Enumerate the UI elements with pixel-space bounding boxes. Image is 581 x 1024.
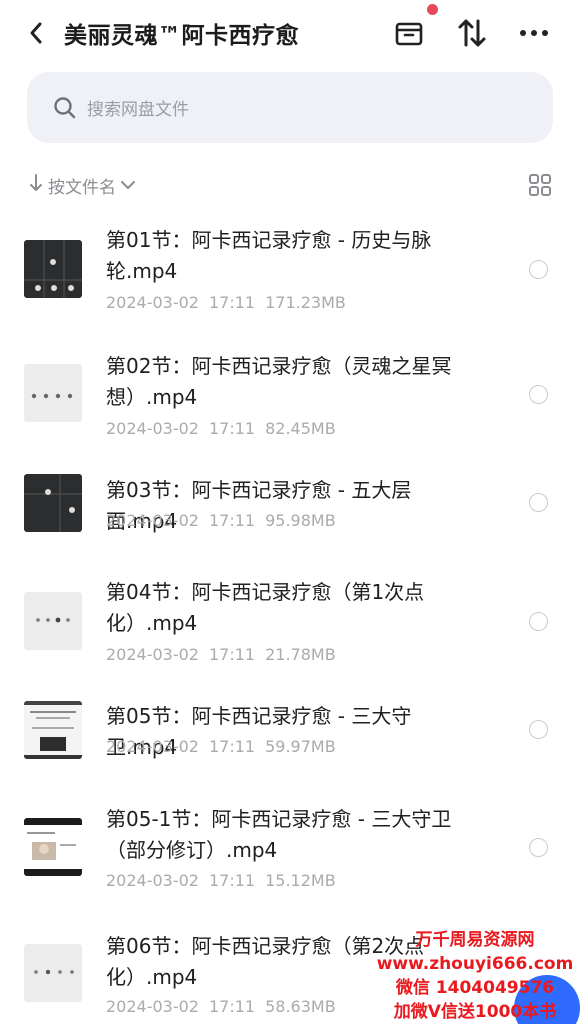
file-date: 2024-03-02 <box>106 997 199 1016</box>
watermark-line: 微信 1404049576 <box>395 978 555 998</box>
video-thumbnail <box>24 701 82 759</box>
list-item[interactable]: 第05-1节：阿卡西记录疗愈 - 三大守卫（部分修订）.mp4 2024-03-… <box>0 802 581 922</box>
file-time: 17:11 <box>208 871 256 890</box>
select-radio[interactable] <box>529 385 548 404</box>
file-meta: 2024-03-02 17:11 21.78MB <box>106 645 346 664</box>
sort-label: 按文件名 <box>48 177 116 198</box>
file-date: 2024-03-02 <box>106 871 199 890</box>
file-date: 2024-03-02 <box>106 419 199 438</box>
watermark: 万千周易资源网 www.zhouyi666.com 微信 1404049576 … <box>375 928 575 1024</box>
file-date: 2024-03-02 <box>106 293 199 312</box>
more-horizontal-icon[interactable] <box>517 16 551 50</box>
list-item[interactable]: 第05节：阿卡西记录疗愈 - 三大守卫.mp4 2024-03-02 17:11 5… <box>0 700 581 790</box>
file-size: 15.12MB <box>265 871 336 890</box>
select-radio[interactable] <box>529 720 548 739</box>
page-title: 美丽灵魂™阿卡西疗愈 <box>64 23 299 49</box>
file-meta: 2024-03-02 17:11 95.98MB <box>106 511 346 530</box>
search-placeholder: 搜索网盘文件 <box>87 100 189 120</box>
file-date: 2024-03-02 <box>106 511 199 530</box>
file-time: 17:11 <box>208 737 256 756</box>
file-time: 17:11 <box>208 645 256 664</box>
top-bar: 美丽灵魂™阿卡西疗愈 <box>0 0 581 66</box>
file-meta: 2024-03-02 17:11 171.23MB <box>106 293 356 312</box>
file-time: 17:11 <box>208 997 256 1016</box>
search-icon <box>53 96 77 120</box>
search-input[interactable]: 搜索网盘文件 <box>27 72 553 143</box>
file-meta: 2024-03-02 17:11 58.63MB <box>106 997 346 1016</box>
chevron-left-icon[interactable] <box>22 18 50 48</box>
file-name: 第01节：阿卡西记录疗愈 - 历史与脉轮.mp4 <box>106 228 432 283</box>
file-name: 第04节：阿卡西记录疗愈（第1次点化）.mp4 <box>106 580 425 635</box>
list-item[interactable]: 第02节：阿卡西记录疗愈（灵魂之星冥想）.mp4 2024-03-02 17:11… <box>0 348 581 468</box>
watermark-line: 万千周易资源网 <box>415 930 535 950</box>
file-name: 第05-1节：阿卡西记录疗愈 - 三大守卫（部分修订）.mp4 <box>106 807 452 862</box>
file-size: 59.97MB <box>265 737 336 756</box>
file-size: 21.78MB <box>265 645 336 664</box>
list-item[interactable]: 第01节：阿卡西记录疗愈 - 历史与脉轮.mp4 2024-03-02 17:11… <box>0 222 581 342</box>
video-thumbnail <box>24 474 82 532</box>
video-thumbnail <box>24 364 82 422</box>
file-meta: 2024-03-02 17:11 82.45MB <box>106 419 346 438</box>
notification-dot <box>427 4 438 15</box>
file-name: 第02节：阿卡西记录疗愈（灵魂之星冥想）.mp4 <box>106 354 452 409</box>
sort-arrows-icon[interactable] <box>455 16 489 50</box>
list-item[interactable]: 第04节：阿卡西记录疗愈（第1次点化）.mp4 2024-03-02 17:11 2… <box>0 574 581 694</box>
file-meta: 2024-03-02 17:11 59.97MB <box>106 737 346 756</box>
select-radio[interactable] <box>529 493 548 512</box>
video-thumbnail <box>24 592 82 650</box>
sort-selector[interactable]: 按文件名 <box>28 170 136 200</box>
arrow-down-icon <box>28 173 44 197</box>
file-meta: 2024-03-02 17:11 15.12MB <box>106 871 346 890</box>
archive-box-icon[interactable] <box>392 16 426 50</box>
video-thumbnail <box>24 818 82 876</box>
watermark-line: www.zhouyi666.com <box>376 954 574 974</box>
file-size: 58.63MB <box>265 997 336 1016</box>
select-radio[interactable] <box>529 612 548 631</box>
file-time: 17:11 <box>208 511 256 530</box>
select-radio[interactable] <box>529 260 548 279</box>
select-radio[interactable] <box>529 838 548 857</box>
file-time: 17:11 <box>208 293 256 312</box>
chevron-down-icon <box>120 176 136 195</box>
video-thumbnail <box>24 240 82 298</box>
file-date: 2024-03-02 <box>106 645 199 664</box>
grid-view-icon[interactable] <box>527 172 553 198</box>
list-item[interactable]: 第03节：阿卡西记录疗愈 - 五大层面.mp4 2024-03-02 17:11 9… <box>0 474 581 564</box>
file-size: 171.23MB <box>265 293 346 312</box>
video-thumbnail <box>24 944 82 1002</box>
file-size: 82.45MB <box>265 419 336 438</box>
file-date: 2024-03-02 <box>106 737 199 756</box>
watermark-line: 加微V信送1000本书 <box>393 1002 557 1022</box>
file-size: 95.98MB <box>265 511 336 530</box>
file-time: 17:11 <box>208 419 256 438</box>
